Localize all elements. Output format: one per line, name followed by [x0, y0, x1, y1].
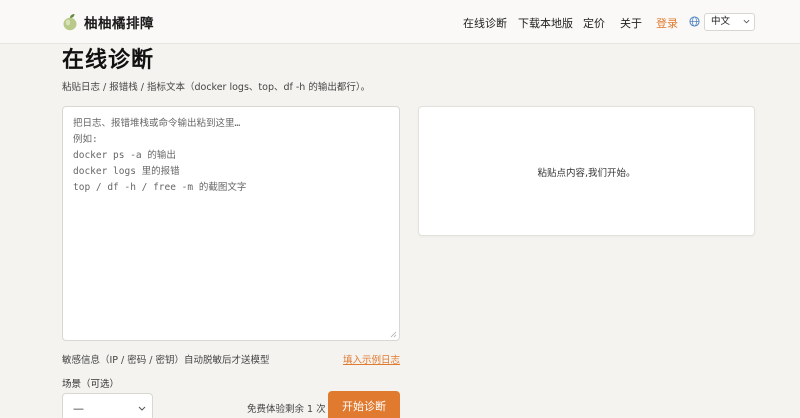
- top-header: 柚柚橘排障 在线诊断 下载本地版 定价 关于 登录 中文: [0, 0, 800, 44]
- output-empty-text: 粘贴点内容,我们开始。: [537, 168, 636, 179]
- language-select[interactable]: 中文: [704, 13, 755, 31]
- citrus-logo-icon: [63, 14, 77, 31]
- log-textarea[interactable]: 把日志、报错堆栈或命令输出粘到这里… 例如: docker ps -a 的输出 …: [62, 106, 400, 341]
- chevron-down-icon: [743, 19, 750, 24]
- brand[interactable]: 柚柚橘排障: [62, 12, 154, 32]
- fill-sample-log-link[interactable]: 填入示例日志: [343, 352, 400, 366]
- nav-download-local[interactable]: 下载本地版: [518, 15, 573, 31]
- page-title: 在线诊断: [62, 48, 155, 73]
- page-subtitle: 粘贴日志 / 报错栈 / 指标文本（docker logs、top、df -h …: [62, 82, 371, 93]
- globe-icon: [689, 16, 700, 27]
- scene-select[interactable]: —: [62, 393, 153, 418]
- chevron-down-icon: [138, 406, 146, 411]
- placeholder-line: docker ps -a 的输出: [73, 150, 176, 161]
- nav-online-diagnosis[interactable]: 在线诊断: [463, 15, 507, 31]
- privacy-note: 敏感信息（IP / 密码 / 密钥）自动脱敏后才送模型: [62, 355, 270, 366]
- resize-handle-icon[interactable]: [390, 331, 397, 338]
- language-value: 中文: [711, 16, 731, 27]
- start-diagnosis-button[interactable]: 开始诊断: [328, 391, 400, 418]
- scene-value: —: [73, 402, 84, 415]
- nav-about[interactable]: 关于: [620, 15, 642, 31]
- brand-name: 柚柚橘排障: [84, 16, 154, 32]
- placeholder-line: docker logs 里的报错: [73, 166, 180, 177]
- placeholder-line: top / df -h / free -m 的截图文字: [73, 182, 247, 193]
- placeholder-line: 把日志、报错堆栈或命令输出粘到这里…: [73, 118, 241, 129]
- free-quota-text: 免费体验剩余 1 次: [247, 404, 326, 415]
- diagnosis-output-panel: 粘贴点内容,我们开始。: [418, 106, 755, 236]
- nav-pricing[interactable]: 定价: [583, 15, 605, 31]
- scene-label: 场景（可选）: [62, 379, 120, 390]
- login-link[interactable]: 登录: [656, 15, 678, 31]
- placeholder-line: 例如:: [73, 134, 98, 145]
